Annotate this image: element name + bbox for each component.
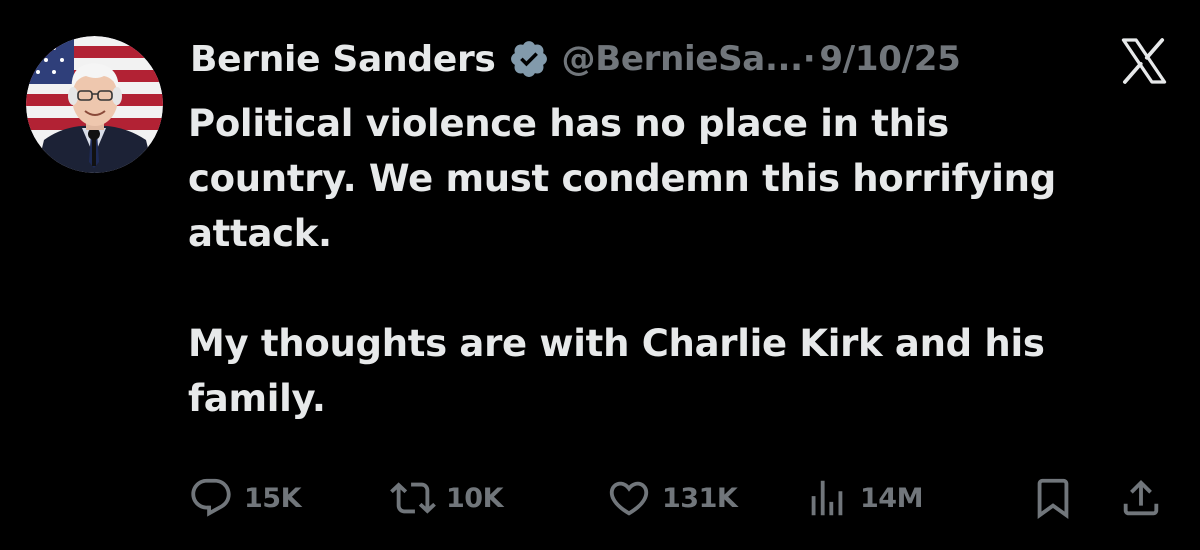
repost-count: 10K bbox=[446, 482, 504, 514]
display-name[interactable]: Bernie Sanders bbox=[190, 39, 496, 80]
views-button[interactable]: 14M bbox=[804, 470, 923, 526]
bookmark-icon bbox=[1037, 478, 1069, 519]
reply-icon bbox=[191, 478, 231, 517]
like-button[interactable]: 131K bbox=[606, 470, 738, 526]
separator-dot: · bbox=[802, 39, 816, 79]
tweet-text-line: My thoughts are with Charlie Kirk and hi… bbox=[188, 322, 1045, 365]
tweet-header: Bernie Sanders @BernieSa... · 9/10/25 bbox=[190, 36, 961, 82]
avatar-image bbox=[26, 36, 163, 173]
views-chart-icon bbox=[811, 480, 843, 516]
tweet-text: Political violence has no place in this … bbox=[188, 96, 1168, 426]
reply-button[interactable]: 15K bbox=[188, 470, 302, 526]
tweet-text-line: attack. bbox=[188, 212, 332, 255]
bookmark-button[interactable] bbox=[1030, 470, 1076, 526]
handle[interactable]: @BernieSa... bbox=[562, 39, 804, 79]
repost-icon bbox=[390, 482, 436, 514]
action-bar: 15K 10K 131K 14M bbox=[0, 470, 1200, 526]
views-count: 14M bbox=[860, 482, 923, 514]
x-logo-icon bbox=[1116, 33, 1172, 89]
tweet-date[interactable]: 9/10/25 bbox=[819, 39, 960, 79]
tweet-card: Bernie Sanders @BernieSa... · 9/10/25 Po… bbox=[0, 0, 1200, 550]
share-button[interactable] bbox=[1118, 470, 1164, 526]
like-count: 131K bbox=[662, 482, 738, 514]
share-icon bbox=[1123, 479, 1159, 516]
heart-icon bbox=[609, 481, 649, 516]
tweet-text-line: country. We must condemn this horrifying bbox=[188, 157, 1056, 200]
reply-count: 15K bbox=[244, 482, 302, 514]
avatar[interactable] bbox=[26, 36, 163, 173]
repost-button[interactable]: 10K bbox=[390, 470, 504, 526]
tweet-text-line: family. bbox=[188, 377, 326, 420]
verified-badge-icon[interactable] bbox=[508, 38, 550, 80]
tweet-text-line: Political violence has no place in this bbox=[188, 102, 949, 145]
